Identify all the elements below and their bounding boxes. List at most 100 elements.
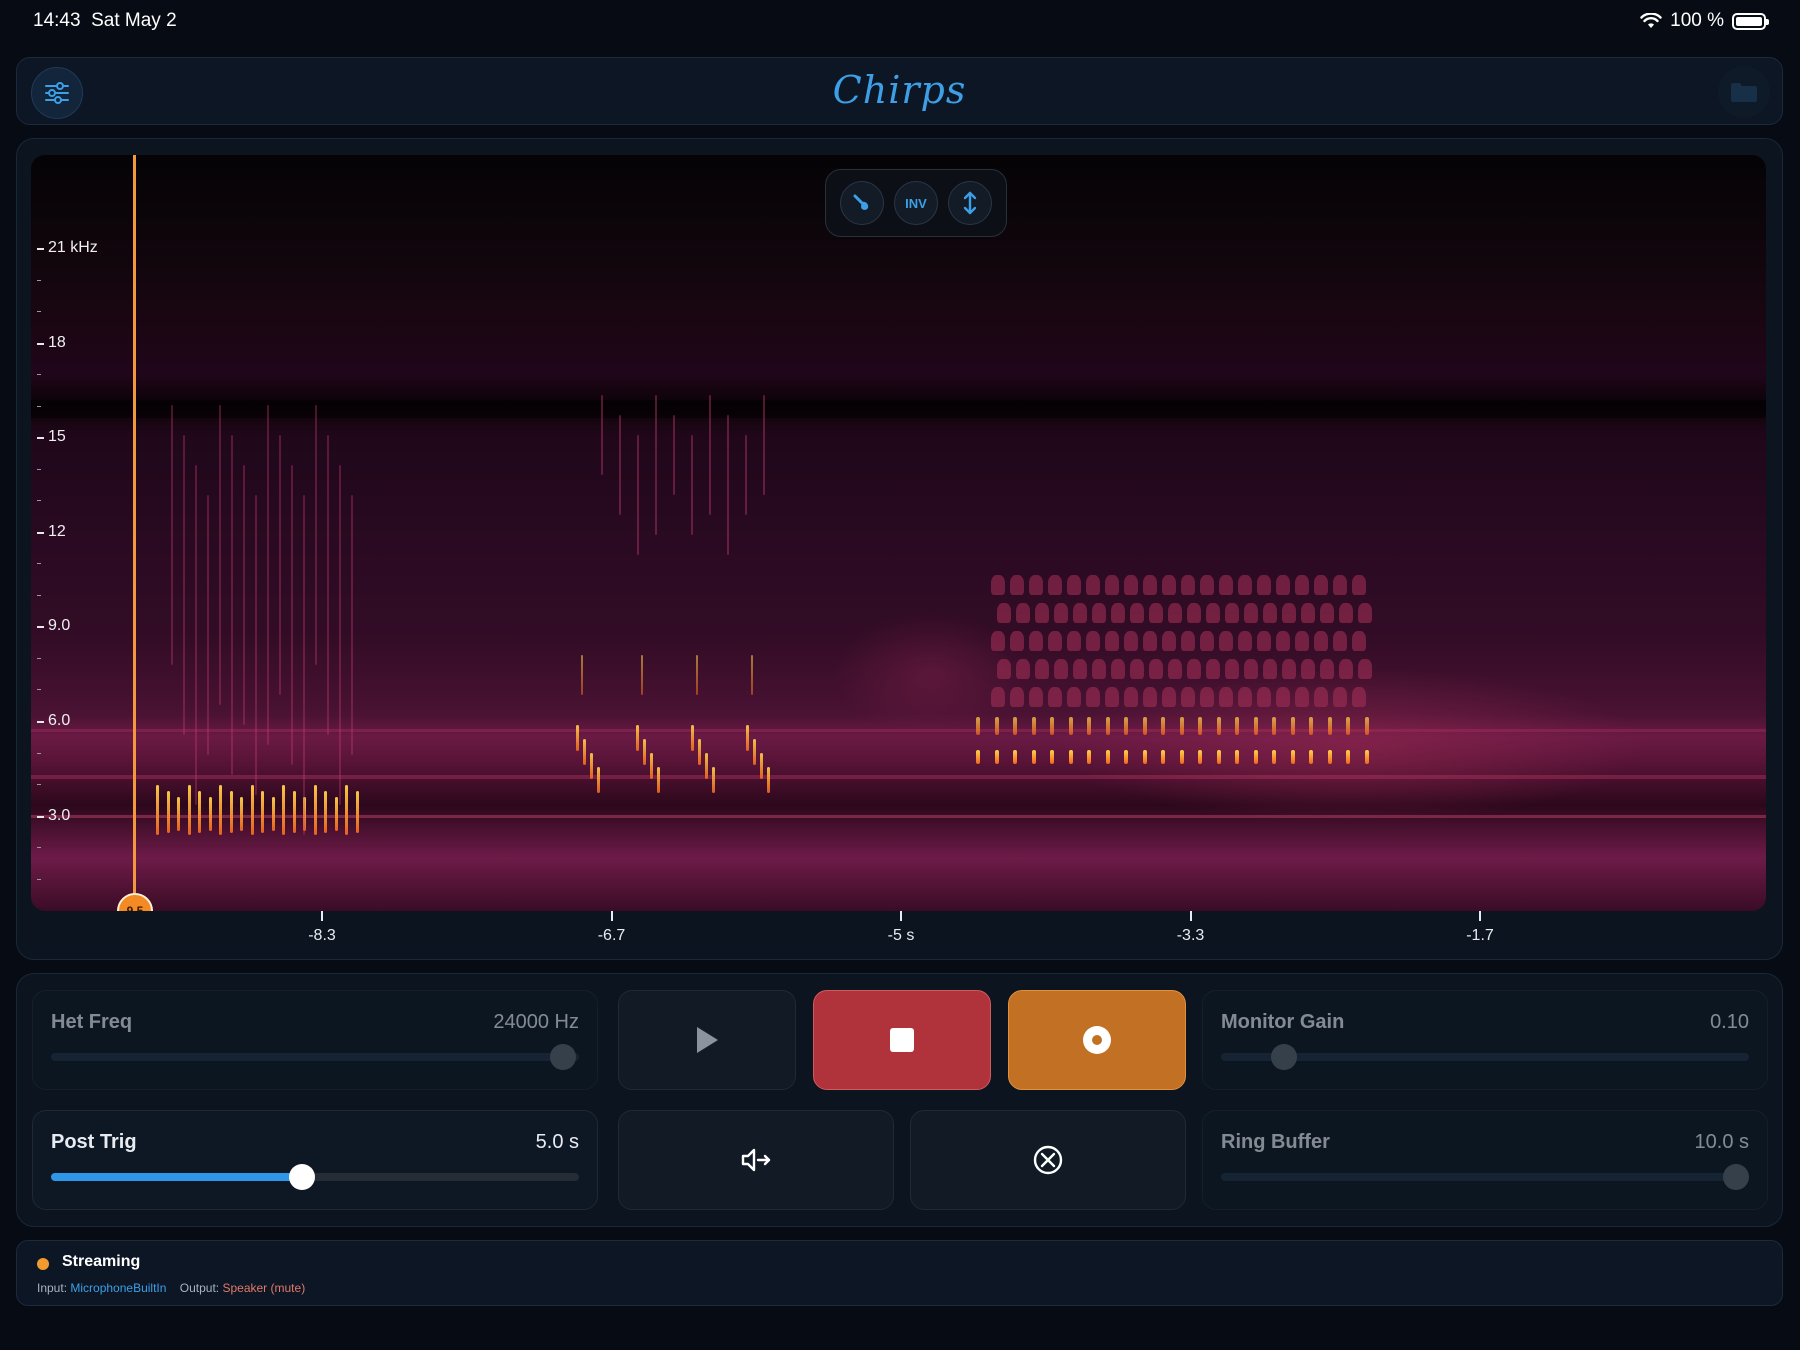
spectrogram-toolbar: INV (825, 169, 1007, 237)
stop-icon (890, 1028, 914, 1052)
spectral-blob (1263, 603, 1277, 623)
stop-button[interactable] (813, 990, 991, 1090)
record-icon (1083, 1026, 1111, 1054)
x-axis-label: -1.7 (1466, 927, 1494, 944)
spectral-blob (1048, 575, 1062, 595)
chirp-mark (751, 655, 753, 695)
monitor-gain-slider[interactable] (1221, 1044, 1749, 1070)
spectral-blob (1124, 631, 1138, 651)
spectral-blob (1219, 575, 1233, 595)
spectral-blob (1187, 659, 1201, 679)
spectral-blob (1073, 603, 1087, 623)
spectral-blob (1124, 575, 1138, 595)
y-axis-minor-tick (37, 468, 41, 470)
y-axis-minor-tick (37, 374, 41, 376)
chirp-mark (1290, 717, 1295, 735)
het-freq-slider[interactable] (51, 1044, 579, 1070)
ring-buffer-control: Ring Buffer 10.0 s (1202, 1110, 1768, 1210)
spectral-blob (1048, 687, 1062, 707)
chirp-mark (1179, 750, 1184, 764)
chirp-mark (177, 797, 180, 831)
chirp-mark (1290, 750, 1295, 764)
monitor-gain-value: 0.10 (1710, 1011, 1749, 1033)
chirp-mark (698, 739, 701, 765)
folder-button[interactable] (1718, 66, 1770, 118)
spectral-blob (1206, 603, 1220, 623)
chirp-mark (1050, 750, 1054, 764)
time-cursor-line[interactable] (133, 155, 136, 911)
spectral-blob (1320, 659, 1334, 679)
spectral-blob (1339, 659, 1353, 679)
spectral-blob (1320, 603, 1334, 623)
het-freq-value: 24000 Hz (493, 1011, 579, 1033)
chirp-mark (1235, 750, 1239, 764)
chirp-mark (1031, 717, 1036, 735)
y-axis-minor-tick (37, 563, 41, 565)
chirp-mark (1013, 750, 1017, 764)
y-axis-label: 12 (48, 522, 66, 540)
chirp-mark (767, 767, 770, 793)
status-time: 14:43 Sat May 2 (33, 10, 177, 32)
spectral-blob (1162, 575, 1176, 595)
x-axis-label: -6.7 (597, 927, 626, 944)
y-axis-minor-tick (37, 311, 41, 313)
spectrogram-canvas[interactable]: 21 kHz 18 15 12 9.0 6.0 3.0 9.5 INV (31, 155, 1766, 911)
spectral-blob (997, 659, 1011, 679)
chirp-mark (745, 435, 747, 515)
chirp-mark (208, 797, 212, 831)
time-cursor-handle[interactable]: 9.5 (117, 893, 153, 911)
spectral-blob (1054, 659, 1068, 679)
spectral-blob (1219, 687, 1233, 707)
chirp-mark (746, 725, 749, 751)
chirp-mark (183, 435, 185, 735)
battery-percentage: 100 % (1670, 10, 1724, 31)
noise-band (31, 775, 1766, 779)
play-button[interactable] (618, 990, 796, 1090)
input-label: Input: (37, 1281, 68, 1295)
chirp-mark (1013, 717, 1017, 735)
chirp-mark (1272, 750, 1276, 764)
ring-buffer-slider[interactable] (1221, 1164, 1749, 1190)
chirp-mark (231, 435, 233, 775)
spectral-blob (1149, 659, 1163, 679)
chirp-mark (240, 797, 243, 831)
cancel-button[interactable] (910, 1110, 1186, 1210)
brush-icon (853, 194, 869, 210)
y-axis-minor-tick (37, 752, 41, 754)
chirp-mark (1309, 717, 1313, 735)
spectral-blob (1225, 603, 1239, 623)
chirp-mark (637, 435, 639, 555)
spectral-blob (1086, 575, 1100, 595)
post-trig-fill (51, 1173, 302, 1181)
spectral-blob (1073, 659, 1087, 679)
chirp-mark (324, 791, 327, 833)
ring-buffer-thumb[interactable] (1722, 1164, 1749, 1190)
spectral-blob (1162, 687, 1176, 707)
chirp-mark (187, 785, 191, 835)
x-axis-tick (610, 911, 613, 921)
brush-button[interactable] (840, 181, 884, 225)
het-freq-label: Het Freq (51, 1011, 133, 1033)
post-trig-thumb[interactable] (288, 1164, 315, 1190)
spectral-blob (1339, 603, 1353, 623)
spectral-blob (1067, 687, 1081, 707)
audio-output-button[interactable] (618, 1110, 894, 1210)
post-trig-slider[interactable] (51, 1164, 579, 1190)
x-axis-label: -5 s (887, 927, 915, 944)
vertical-scale-button[interactable] (948, 181, 992, 225)
invert-button[interactable]: INV (894, 181, 938, 225)
spectral-blob (1092, 603, 1106, 623)
chirp-mark (250, 785, 254, 835)
spectral-blob (1035, 659, 1049, 679)
spectral-blob (1238, 687, 1252, 707)
spectral-blob (1124, 687, 1138, 707)
spectral-blob (1295, 687, 1309, 707)
het-freq-thumb[interactable] (550, 1044, 577, 1070)
x-axis-tick (321, 911, 323, 921)
chirp-mark (303, 495, 305, 835)
spectral-blob (1029, 687, 1043, 707)
chirp-mark (195, 465, 197, 805)
record-button[interactable] (1008, 990, 1186, 1090)
monitor-gain-thumb[interactable] (1271, 1044, 1298, 1070)
output-device: Speaker (mute) (222, 1281, 306, 1295)
